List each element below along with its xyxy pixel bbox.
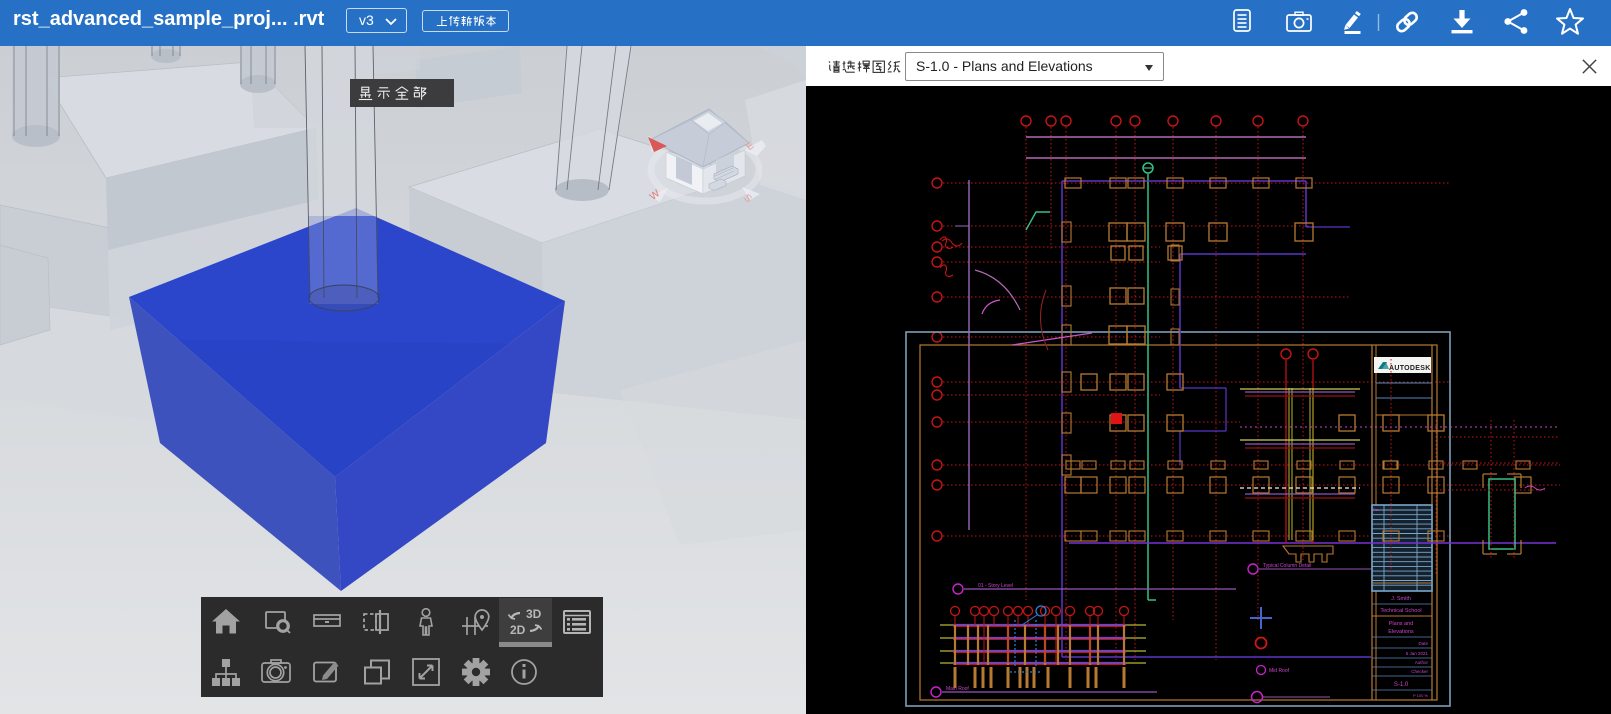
svg-text:5 Jan 2021: 5 Jan 2021 (1406, 651, 1429, 656)
svg-text:Plans and: Plans and (1389, 621, 1413, 627)
svg-text:P 100 %: P 100 % (1413, 693, 1428, 698)
svg-text:Date: Date (1418, 641, 1428, 646)
svg-text:Mid Roof: Mid Roof (1269, 668, 1290, 674)
svg-text:Elevations: Elevations (1388, 629, 1414, 635)
svg-text:Checker: Checker (1411, 669, 1428, 674)
svg-text:Main Roof: Main Roof (946, 686, 969, 692)
svg-text:AUTODESK: AUTODESK (1389, 365, 1431, 372)
svg-text:2D: 2D (510, 623, 526, 637)
svg-text:Rev: Rev (1373, 508, 1379, 512)
svg-text:01 - Story Level: 01 - Story Level (978, 583, 1013, 589)
svg-text:Author: Author (1415, 660, 1429, 665)
svg-text:Typical Column Detail: Typical Column Detail (1263, 563, 1311, 569)
svg-text:J. Smith: J. Smith (1391, 596, 1411, 602)
svg-text:S-1.0: S-1.0 (1394, 682, 1409, 688)
svg-text:Technical School: Technical School (1380, 608, 1421, 614)
svg-text:3D: 3D (526, 607, 542, 621)
